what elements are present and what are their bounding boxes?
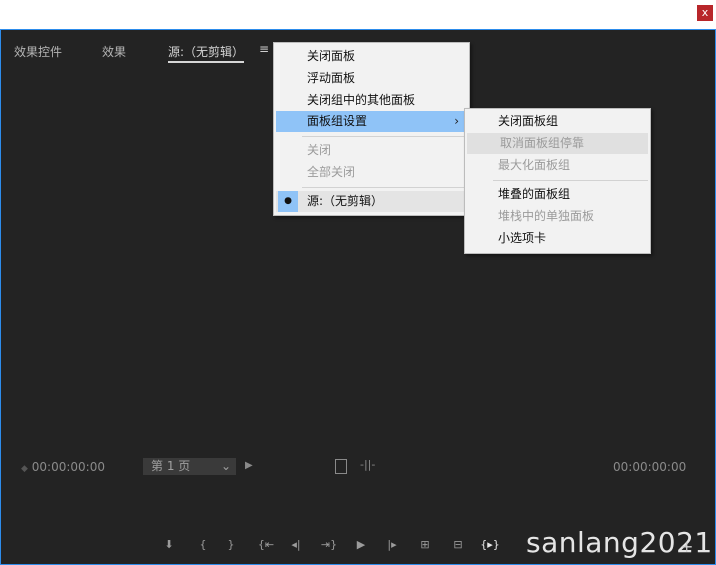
menu-item-close-all[interactable]: 全部关闭 — [274, 162, 469, 183]
audio-waveform-icon[interactable]: -||- — [360, 458, 375, 471]
submenu-item-solo-panels-in-stack[interactable]: 堆栈中的单独面板 — [465, 206, 650, 227]
step-back-button[interactable]: ◂| — [288, 538, 304, 551]
submenu-item-stacked-panel-group[interactable]: 堆叠的面板组 — [465, 184, 650, 205]
add-button-icon[interactable]: + — [680, 537, 693, 556]
bullet-icon: ● — [278, 191, 298, 212]
add-marker-button[interactable]: ⬇ — [161, 538, 177, 551]
menu-separator — [302, 136, 467, 137]
menu-item-close-other-panels[interactable]: 关闭组中的其他面板 — [274, 90, 469, 111]
playhead-marker-icon: ◆ — [21, 464, 28, 474]
mark-out-button[interactable]: } — [223, 538, 239, 551]
tab-effect-controls[interactable]: 效果控件 — [14, 43, 62, 60]
tab-effects[interactable]: 效果 — [102, 43, 126, 60]
chevron-right-icon: › — [454, 114, 459, 128]
go-to-in-button[interactable]: {⇤ — [255, 538, 277, 551]
chevron-down-icon: ⌄ — [220, 459, 231, 473]
go-to-out-button[interactable]: ⇥} — [318, 538, 340, 551]
submenu-item-close-panel-group[interactable]: 关闭面板组 — [465, 111, 650, 132]
submenu-item-maximize-panel-group[interactable]: 最大化面板组 — [465, 155, 650, 176]
menu-item-float-panel[interactable]: 浮动面板 — [274, 68, 469, 89]
submenu-item-small-tabs[interactable]: 小选项卡 — [465, 228, 650, 249]
film-icon[interactable] — [335, 459, 347, 474]
close-window-button[interactable]: x — [697, 5, 713, 21]
menu-item-source-no-clip[interactable]: ● 源:（无剪辑） — [276, 191, 467, 212]
page-select[interactable]: 第 1 页 ⌄ — [143, 458, 236, 475]
menu-item-panel-group-settings[interactable]: 面板组设置 › — [276, 111, 467, 132]
panel-menu-icon[interactable]: ≡ — [259, 42, 269, 56]
panel-context-menu: 关闭面板 浮动面板 关闭组中的其他面板 面板组设置 › 关闭 全部关闭 ● 源:… — [273, 42, 470, 216]
overwrite-button[interactable]: ⊟ — [448, 538, 468, 551]
tab-source[interactable]: 源:（无剪辑） — [168, 43, 245, 63]
window-title-bar: x — [0, 0, 716, 29]
play-button[interactable]: ▶ — [353, 538, 369, 551]
mark-in-button[interactable]: { — [195, 538, 211, 551]
menu-separator — [302, 187, 467, 188]
menu-item-close-panel[interactable]: 关闭面板 — [274, 46, 469, 67]
insert-button[interactable]: ⊞ — [415, 538, 435, 551]
export-frame-button[interactable]: {▸} — [479, 538, 501, 551]
menu-separator — [493, 180, 648, 181]
submenu-item-undock-panel-group[interactable]: 取消面板组停靠 — [467, 133, 648, 154]
duration-timecode: 00:00:00:00 — [613, 460, 687, 474]
page-select-label: 第 1 页 — [151, 459, 191, 473]
panel-group-settings-submenu: 关闭面板组 取消面板组停靠 最大化面板组 堆叠的面板组 堆栈中的单独面板 小选项… — [464, 108, 651, 254]
timecode-left-value: 00:00:00:00 — [31, 460, 105, 474]
play-small-icon[interactable]: ▶ — [245, 460, 253, 471]
menu-item-close[interactable]: 关闭 — [274, 140, 469, 161]
step-forward-button[interactable]: |▸ — [384, 538, 400, 551]
playhead-timecode[interactable]: ◆ 00:00:00:00 — [21, 460, 105, 474]
